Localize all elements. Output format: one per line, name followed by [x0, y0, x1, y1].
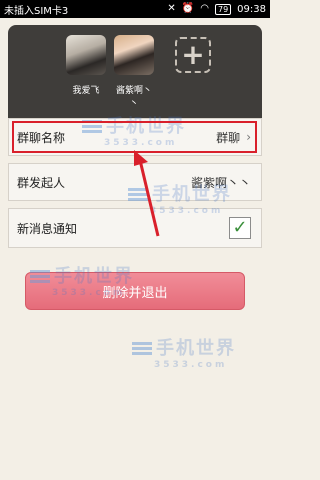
status-icons: ✕ ⏰ ◠ 79 09:38 — [167, 3, 266, 15]
watermark-logo-icon — [128, 188, 148, 202]
initiator-label: 群发起人 — [17, 175, 66, 190]
carrier-text: 未插入SIM卡3 — [4, 5, 69, 17]
watermark-text: 手机世界 — [152, 184, 232, 205]
plus-icon: + — [181, 38, 205, 71]
notify-checkbox[interactable]: ✓ — [229, 217, 251, 239]
watermark: 手机世界 3533.com — [30, 262, 134, 298]
avatar — [66, 35, 106, 75]
check-icon: ✓ — [232, 217, 248, 238]
clock: 09:38 — [237, 3, 266, 15]
watermark-sub: 3533.com — [150, 206, 224, 216]
highlight-box — [12, 121, 257, 153]
watermark: 手机世界 3533.com — [132, 334, 236, 370]
watermark-logo-icon — [30, 270, 50, 284]
member-item[interactable]: 我爱飞 — [64, 35, 108, 96]
watermark: 手机世界 3533.com — [128, 180, 232, 216]
silent-icon: ✕ — [167, 3, 176, 14]
avatar — [114, 35, 154, 75]
watermark-text: 手机世界 — [156, 338, 236, 359]
notify-label: 新消息通知 — [17, 221, 78, 236]
member-name: 酱紫啊丶丶 — [115, 86, 152, 109]
wifi-icon: ◠ — [200, 3, 209, 14]
watermark-sub: 3533.com — [52, 288, 126, 298]
watermark-logo-icon — [132, 342, 152, 356]
watermark-sub: 3533.com — [154, 360, 228, 370]
member-item[interactable]: 酱紫啊丶丶 — [112, 35, 156, 109]
alarm-icon: ⏰ — [181, 3, 195, 14]
add-member-button[interactable]: + — [175, 37, 211, 73]
member-name: 我爱飞 — [72, 86, 100, 96]
battery-icon: 79 — [214, 3, 232, 15]
status-bar: 未插入SIM卡3 ✕ ⏰ ◠ 79 09:38 — [0, 0, 270, 18]
watermark-text: 手机世界 — [54, 266, 134, 287]
